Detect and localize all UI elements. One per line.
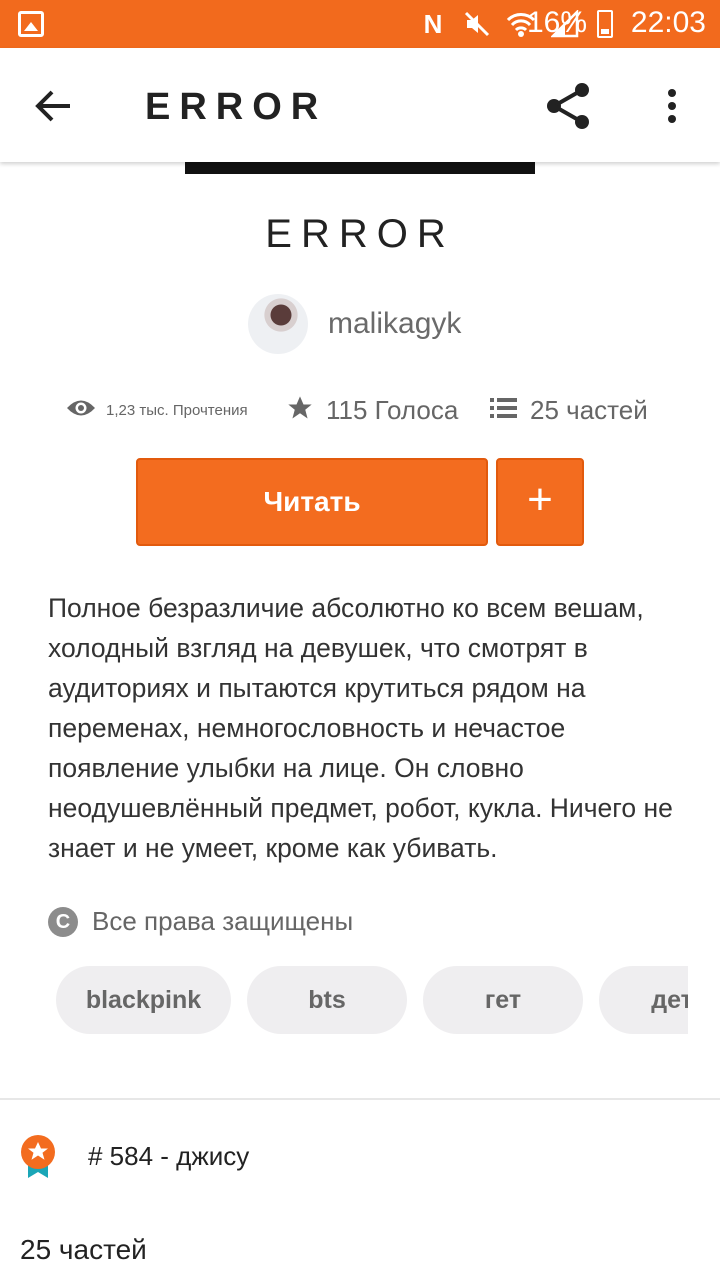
story-description: Полное безразличие абсолютно ко всем веш…	[48, 593, 673, 863]
parts-label: 25 частей	[530, 394, 648, 425]
battery-percent: 16%	[527, 6, 588, 39]
add-to-library-button[interactable]: +	[496, 458, 584, 546]
reads-count: 1,23 тыс. Прочтения	[106, 401, 248, 419]
copyright-icon: C	[48, 906, 78, 937]
tag-list: blackpink bts гет дете	[56, 966, 688, 1034]
tag-chip[interactable]: blackpink	[56, 966, 231, 1034]
battery-charging-icon	[597, 10, 613, 38]
votes-count: 115 Голоса	[326, 394, 459, 425]
tag-chip[interactable]: гет	[423, 966, 583, 1034]
author[interactable]: malikagyk	[248, 294, 461, 354]
clock: 22:03	[630, 6, 706, 39]
parts-stat: 25 частей	[490, 392, 648, 428]
app-bar-title: ERROR	[145, 86, 328, 128]
nfc-icon: N	[423, 8, 443, 39]
author-name[interactable]: malikagyk	[328, 307, 461, 341]
list-icon	[490, 396, 518, 425]
share-icon[interactable]	[542, 80, 594, 132]
story-stats: 1,23 тыс. Прочтения 115 Голоса 25 частей	[66, 392, 666, 428]
story-title: ERROR	[265, 212, 455, 256]
read-button[interactable]: Читать	[136, 458, 488, 546]
mute-icon	[462, 9, 492, 39]
rank-row[interactable]: # 584 - джису	[20, 1134, 249, 1178]
rank-label[interactable]: # 584 - джису	[88, 1141, 249, 1172]
avatar[interactable]	[248, 294, 308, 354]
reads-stat: 1,23 тыс. Прочтения	[66, 392, 248, 428]
votes-stat: 115 Голоса	[286, 392, 458, 428]
copyright-label: Все права защищены	[92, 906, 354, 936]
rank-badge-icon	[20, 1134, 55, 1178]
eye-icon	[66, 397, 96, 424]
divider	[0, 1098, 720, 1100]
status-bar: N 16% 22:03	[0, 0, 720, 48]
parts-count: 25 частей	[20, 1234, 147, 1265]
tag-chip[interactable]: bts	[247, 966, 407, 1034]
copyright: C Все права защищены	[48, 906, 353, 937]
star-icon	[286, 394, 314, 427]
app-bar: ERROR	[0, 48, 720, 162]
gallery-icon	[18, 11, 44, 37]
tag-chip[interactable]: дете	[599, 966, 688, 1034]
back-arrow-icon[interactable]	[34, 86, 74, 126]
more-vert-icon[interactable]	[660, 86, 684, 126]
